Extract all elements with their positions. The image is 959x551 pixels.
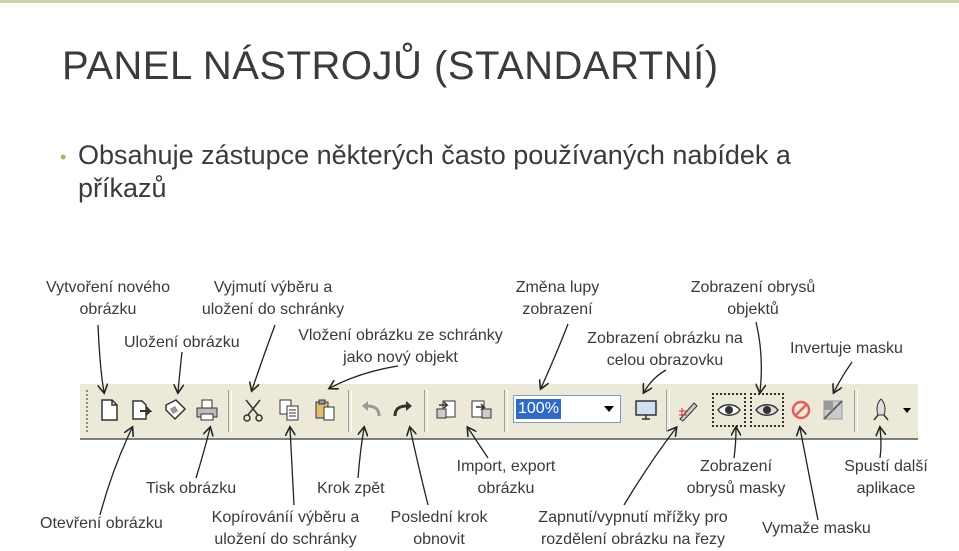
redo-icon: [393, 401, 412, 417]
import-button[interactable]: [432, 393, 462, 427]
print-icon: [196, 399, 218, 421]
label-new-image: Vytvoření nového obrázku: [46, 279, 170, 318]
label-grid-toggle: Zapnutí/vypnutí mřížky pro rozdělení obr…: [538, 509, 728, 548]
mask-outlines-button[interactable]: [750, 393, 784, 427]
undo-button[interactable]: [356, 393, 386, 427]
new-file-button[interactable]: [94, 393, 124, 427]
toolbar-separator: [666, 390, 670, 432]
pointer-zoom: [541, 323, 569, 388]
toolbar-separator: [424, 390, 428, 432]
label-save-image: Uložení obrázku: [124, 334, 240, 351]
pointer-cut: [252, 324, 276, 390]
open-file-button[interactable]: [126, 393, 156, 427]
launch-app-icon: [873, 398, 889, 421]
toolbar-separator: [854, 390, 858, 432]
zoom-value: 100%: [516, 399, 561, 419]
chevron-down-icon[interactable]: [604, 406, 614, 412]
label-fullscreen: Zobrazení obrázku na celou obrazovku: [587, 330, 743, 369]
paste-new-button[interactable]: [310, 393, 340, 427]
invert-mask-button[interactable]: [818, 393, 848, 427]
save-button[interactable]: [160, 393, 190, 427]
fullscreen-button[interactable]: [631, 393, 661, 427]
remove-mask-button[interactable]: [786, 393, 816, 427]
toolbar-separator: [228, 390, 232, 432]
save-icon: [165, 399, 187, 421]
toolbar-separator: [348, 390, 352, 432]
label-mask-outlines: Zobrazení obrysů masky: [686, 458, 786, 497]
label-cut: Vyjmutí výběru a uložení do schránky: [201, 279, 345, 318]
cut-icon: [243, 399, 263, 422]
object-outlines-button[interactable]: [712, 393, 746, 427]
slide-title: PANEL NÁSTROJŮ (STANDARTNÍ): [62, 44, 719, 89]
label-undo: Krok zpět: [317, 480, 385, 497]
invert-mask-icon: [823, 400, 843, 420]
zoom-select[interactable]: 100%: [513, 395, 621, 423]
label-remove-mask: Vymaže masku: [762, 520, 871, 537]
import-icon: [436, 400, 456, 419]
object-outline-eye-icon: [717, 404, 741, 416]
label-copy: Kopírováníí výběru a uložení do schránky: [211, 509, 360, 548]
label-import-export: Import, export obrázku: [456, 458, 556, 497]
fullscreen-icon: [635, 400, 657, 420]
label-paste-new: Vložení obrázku ze schránky jako nový ob…: [298, 327, 503, 366]
label-object-outlines: Zobrazení obrysů objektů: [690, 279, 816, 318]
open-file-icon: [132, 400, 153, 420]
chevron-down-icon[interactable]: [903, 408, 911, 413]
pointer-open: [99, 428, 132, 516]
label-open-image: Otevření obrázku: [40, 515, 163, 532]
grid-pen-icon: [679, 402, 698, 422]
label-redo: Poslední krok obnovit: [390, 509, 488, 548]
paste-new-icon: [315, 399, 335, 421]
export-button[interactable]: [466, 393, 496, 427]
new-file-icon: [101, 399, 118, 421]
label-invert-mask: Invertuje masku: [790, 340, 903, 357]
label-launch-app: Spustí další aplikace: [844, 458, 928, 497]
bullet-dot: •: [60, 147, 67, 167]
mask-outline-eye-icon: [755, 404, 779, 416]
launch-app-button[interactable]: [866, 393, 896, 427]
undo-icon: [362, 401, 381, 417]
slide-title-text: PANEL NÁSTROJŮ (STANDARTNÍ): [62, 44, 719, 88]
bullet-text: Obsahuje zástupce některých často použív…: [78, 140, 791, 203]
toolbar-gripper[interactable]: [86, 390, 92, 432]
label-print-image: Tisk obrázku: [146, 480, 237, 497]
print-button[interactable]: [192, 393, 222, 427]
redo-button[interactable]: [388, 393, 418, 427]
top-accent-line: [0, 0, 959, 3]
export-icon: [471, 400, 492, 419]
label-zoom-change: Změna lupy zobrazení: [515, 279, 600, 318]
copy-button[interactable]: [274, 393, 304, 427]
pointer-remove-mask: [800, 428, 819, 521]
remove-mask-icon: [791, 400, 811, 420]
standard-toolbar: 100%: [80, 382, 918, 440]
toolbar-separator: [504, 390, 508, 432]
grid-toggle-button[interactable]: [674, 393, 704, 427]
copy-icon: [279, 399, 299, 421]
cut-button[interactable]: [238, 393, 268, 427]
